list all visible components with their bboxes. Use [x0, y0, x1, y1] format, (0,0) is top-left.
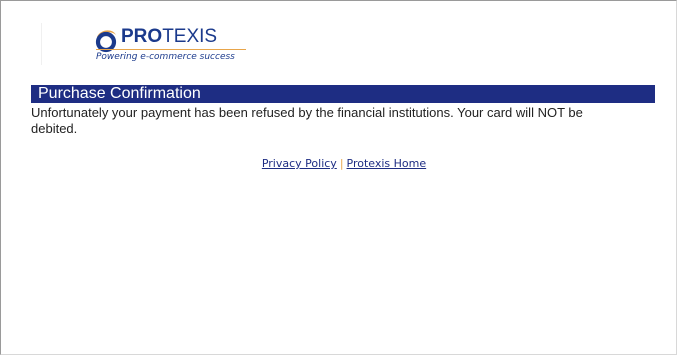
- site-header: PROTEXIS Powering e-commerce success: [41, 23, 247, 65]
- footer-links: Privacy Policy | Protexis Home: [1, 157, 677, 170]
- protexis-logo-text: PROTEXIS: [121, 26, 218, 47]
- footer-separator: |: [339, 157, 344, 170]
- privacy-policy-link[interactable]: Privacy Policy: [262, 157, 337, 170]
- page-title-bar: Purchase Confirmation: [31, 85, 655, 103]
- protexis-home-link[interactable]: Protexis Home: [347, 157, 427, 170]
- page-frame: PROTEXIS Powering e-commerce success Pur…: [0, 0, 677, 355]
- logo-divider: [96, 49, 246, 50]
- payment-refused-message: Unfortunately your payment has been refu…: [31, 105, 583, 136]
- page-title: Purchase Confirmation: [38, 85, 201, 102]
- logo-tagline: Powering e-commerce success: [96, 52, 235, 62]
